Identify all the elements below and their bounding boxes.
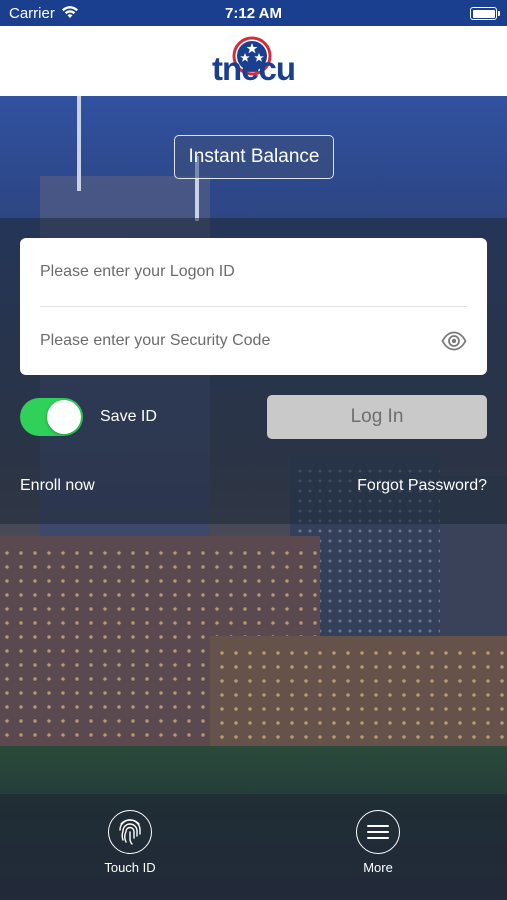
log-in-button[interactable]: Log In <box>267 395 487 439</box>
app-header: tnecu <box>0 26 507 96</box>
more-button[interactable]: More <box>333 810 423 875</box>
security-code-input[interactable] <box>40 307 467 375</box>
save-id-toggle[interactable] <box>20 398 83 436</box>
eye-icon[interactable] <box>441 331 467 351</box>
logon-id-input[interactable] <box>40 238 467 306</box>
save-id-label: Save ID <box>100 408 157 425</box>
logo-wordmark: tnecu <box>212 50 296 87</box>
login-card <box>20 238 487 375</box>
clock: 7:12 AM <box>225 5 282 22</box>
hamburger-menu-icon <box>356 810 400 854</box>
more-label: More <box>363 860 393 875</box>
battery-icon <box>470 7 500 20</box>
forgot-password-link[interactable]: Forgot Password? <box>357 477 487 495</box>
enroll-now-link[interactable]: Enroll now <box>20 477 95 495</box>
city-background-image <box>0 96 507 900</box>
fingerprint-icon <box>108 810 152 854</box>
tower-spire <box>77 96 81 191</box>
touch-id-button[interactable]: Touch ID <box>85 810 175 875</box>
toggle-knob <box>47 400 81 434</box>
tnecu-logo: tnecu <box>212 36 302 88</box>
instant-balance-button[interactable]: Instant Balance <box>174 135 334 179</box>
bottom-dim-overlay <box>0 794 507 900</box>
status-bar: Carrier 7:12 AM <box>0 0 507 26</box>
touch-id-label: Touch ID <box>104 860 156 875</box>
